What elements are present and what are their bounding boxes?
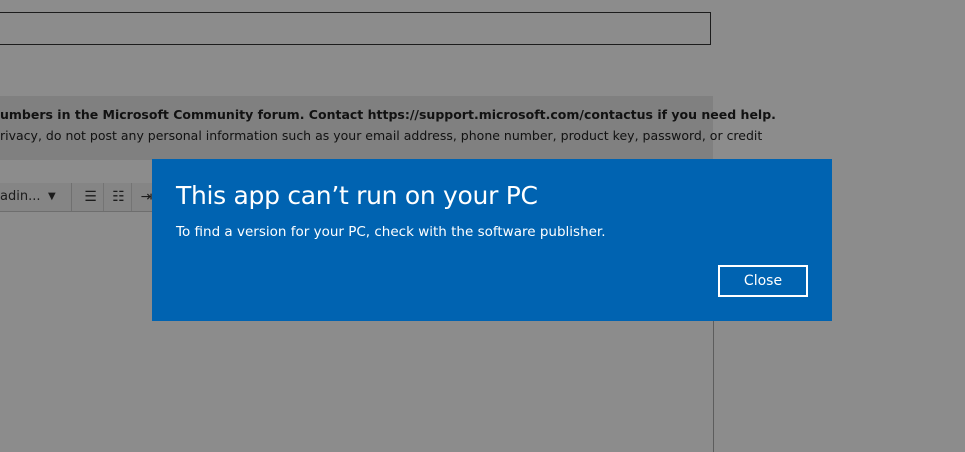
close-button[interactable]: Close xyxy=(718,265,808,297)
dialog-title: This app can’t run on your PC xyxy=(176,181,538,210)
dialog-message: To find a version for your PC, check wit… xyxy=(176,224,606,240)
app-error-dialog: This app can’t run on your PC To find a … xyxy=(152,159,832,321)
